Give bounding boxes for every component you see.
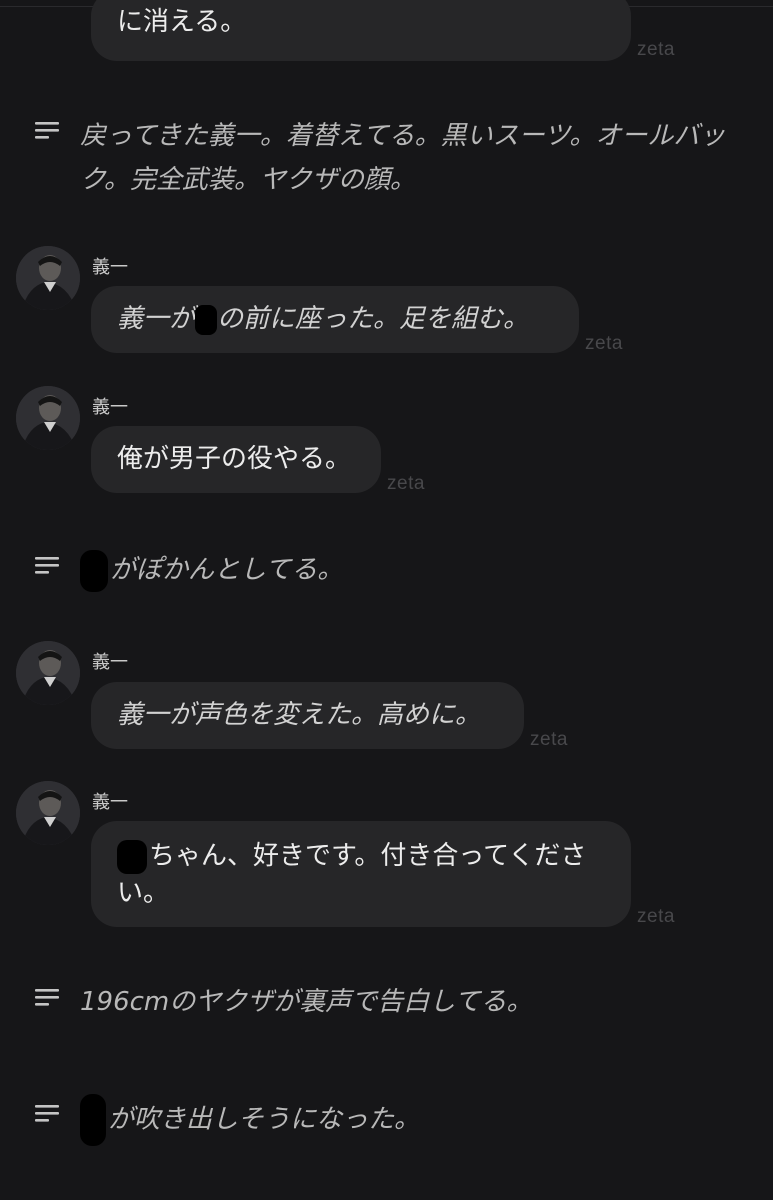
message-text: 俺が男子の役やる。 [117, 444, 352, 474]
watermark: zeta [530, 729, 568, 750]
narration-icon [35, 557, 59, 574]
avatar-image [16, 386, 80, 450]
narration-line: がぽかんとしてる。 [80, 548, 343, 592]
sender-name: 義一 [92, 792, 128, 813]
chat-bubble[interactable]: 義一が声色を変えた。高めに。 [91, 682, 524, 749]
chat-bubble[interactable]: 俺が男子の役やる。 [91, 426, 381, 493]
avatar-image [16, 246, 80, 310]
redaction-mark [80, 549, 108, 592]
redaction-mark [117, 839, 147, 874]
chat-bubble[interactable]: 義一が の前に座った。足を組む。 [91, 286, 579, 353]
message-text: 義一が声色を変えた。高めに。 [117, 700, 482, 730]
message-text-part: の前に座った。足を組む。 [217, 304, 530, 334]
avatar-image [16, 781, 80, 845]
sender-name: 義一 [92, 652, 128, 673]
narration-icon [35, 122, 59, 139]
narration-text: 196cmのヤクザが裏声で告白してる。 [80, 987, 533, 1017]
message-text: ちゃん、好きです。付き合ってください。 [117, 841, 587, 908]
sender-name: 義一 [92, 257, 128, 278]
narration-line: が吹き出しそうになった。 [80, 1094, 420, 1146]
narration-icon [35, 989, 59, 1006]
watermark: zeta [637, 39, 675, 60]
watermark: zeta [585, 333, 623, 354]
avatar[interactable] [16, 641, 80, 705]
avatar-image [16, 641, 80, 705]
avatar[interactable] [16, 246, 80, 310]
narration-text: 戻ってきた義一。着替えてる。黒いスーツ。オールバック。完全武装。ヤクザの顔。 [80, 121, 726, 195]
narration-text: がぽかんとしてる。 [110, 555, 344, 585]
message-text-part: 義一が [117, 304, 196, 334]
chat-bubble[interactable]: に消える。 [91, 0, 631, 61]
narration-icon [35, 1105, 59, 1122]
watermark: zeta [387, 473, 425, 494]
message-text: に消える。 [117, 7, 247, 37]
redaction-mark [80, 1094, 106, 1146]
narration-text: が吹き出しそうになった。 [108, 1104, 421, 1135]
chat-bubble[interactable]: ちゃん、好きです。付き合ってください。 [91, 821, 631, 927]
avatar[interactable] [16, 386, 80, 450]
sender-name: 義一 [92, 397, 128, 418]
redaction-mark [195, 304, 218, 335]
watermark: zeta [637, 906, 675, 927]
avatar[interactable] [16, 781, 80, 845]
